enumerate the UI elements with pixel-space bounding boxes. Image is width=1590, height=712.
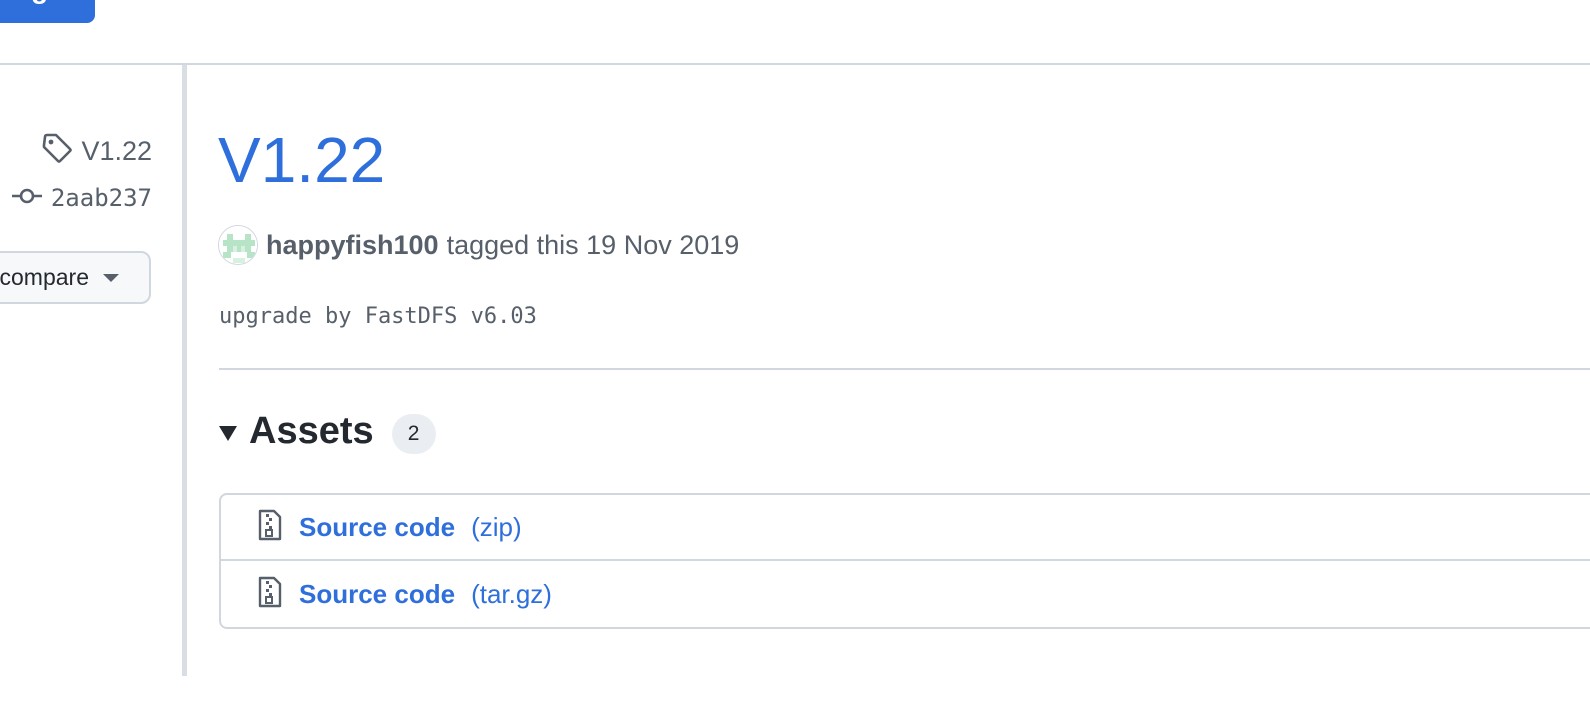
release-notes: upgrade by FastDFS v6.03 <box>219 304 537 329</box>
top-action-button-label: ige <box>23 0 63 3</box>
assets-title: Assets <box>249 409 374 452</box>
avatar[interactable] <box>218 225 258 265</box>
file-zip-icon <box>257 508 283 547</box>
assets-toggle[interactable]: Assets 2 <box>219 408 436 454</box>
assets-count-badge: 2 <box>391 414 436 454</box>
author-link[interactable]: happyfish100 <box>266 230 439 261</box>
release-meta: happyfish100 tagged this 19 Nov 2019 <box>218 225 739 265</box>
header-divider <box>0 63 1590 65</box>
tag-icon <box>41 132 73 171</box>
assets-list: Source code (zip) Source code (tar.gz) <box>219 493 1590 629</box>
commit-sha: 2aab237 <box>50 184 152 212</box>
top-action-button[interactable]: ige <box>0 0 95 23</box>
notes-divider <box>219 368 1590 370</box>
release-title[interactable]: V1.22 <box>218 120 385 200</box>
asset-ext[interactable]: (zip) <box>471 512 522 543</box>
compare-button[interactable]: compare <box>0 251 151 304</box>
timeline-rule <box>182 65 187 676</box>
asset-ext[interactable]: (tar.gz) <box>471 579 552 610</box>
file-zip-icon <box>257 575 283 614</box>
commit-link[interactable]: 2aab237 <box>11 184 152 212</box>
asset-row[interactable]: Source code (tar.gz) <box>221 559 1590 627</box>
asset-name[interactable]: Source code <box>299 579 455 610</box>
chevron-down-icon <box>103 273 119 282</box>
compare-label: compare <box>0 264 89 290</box>
asset-name[interactable]: Source code <box>299 512 455 543</box>
tag-label: V1.22 <box>81 136 152 166</box>
tag-link[interactable]: V1.22 <box>41 132 152 171</box>
release-page: ige V1.22 2aab237 compare V1.22 <box>0 0 1590 712</box>
commit-icon <box>11 184 43 212</box>
asset-row[interactable]: Source code (zip) <box>221 495 1590 559</box>
tagged-text: tagged this 19 Nov 2019 <box>446 229 740 260</box>
disclosure-triangle-icon <box>219 425 237 441</box>
